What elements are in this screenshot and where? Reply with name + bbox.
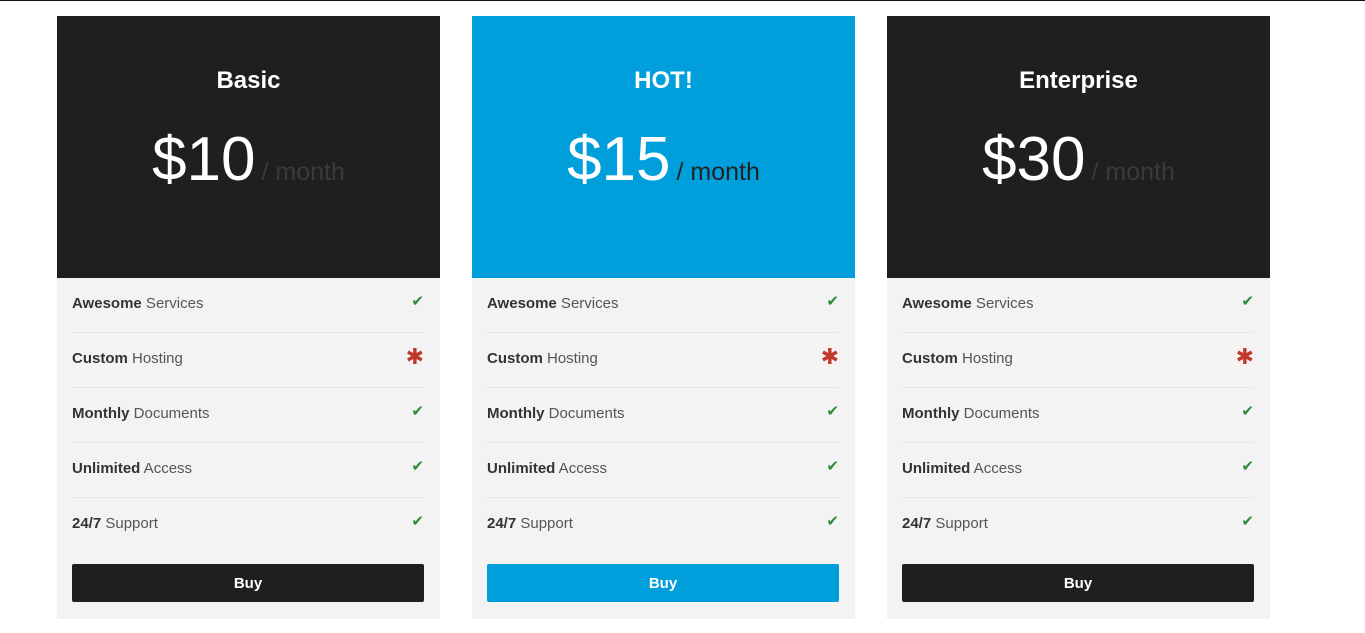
check-icon: ✔ bbox=[411, 458, 424, 475]
price-row: $15/ month bbox=[472, 124, 855, 195]
feature-text: Documents bbox=[129, 405, 210, 422]
feature-text: Hosting bbox=[127, 350, 183, 367]
feature-strong: Monthly bbox=[487, 405, 545, 422]
feature-text: Hosting bbox=[957, 350, 1013, 367]
feature-text: Services bbox=[556, 295, 619, 312]
feature-text: Support bbox=[101, 515, 158, 532]
top-border bbox=[0, 0, 1365, 1]
feature-item: Unlimited Access ✔ bbox=[487, 443, 839, 498]
feature-strong: Custom bbox=[487, 350, 543, 367]
feature-text: Support bbox=[931, 515, 988, 532]
pricing-card-header: HOT! $15/ month bbox=[472, 16, 855, 278]
feature-strong: Unlimited bbox=[72, 460, 141, 477]
feature-list: Awesome Services ✔ Custom Hosting ✱ Monthl… bbox=[902, 278, 1254, 552]
check-icon: ✔ bbox=[1241, 403, 1254, 420]
check-icon: ✔ bbox=[411, 403, 424, 420]
asterisk-icon: ✱ bbox=[1235, 344, 1254, 369]
feature-strong: Unlimited bbox=[902, 460, 971, 477]
feature-item: Monthly Documents ✔ bbox=[902, 388, 1254, 443]
check-icon: ✔ bbox=[1241, 513, 1254, 530]
feature-list: Awesome Services ✔ Custom Hosting ✱ Monthl… bbox=[487, 278, 839, 552]
feature-text: Hosting bbox=[542, 350, 598, 367]
feature-text: Documents bbox=[959, 405, 1040, 422]
feature-item: Monthly Documents ✔ bbox=[72, 388, 424, 443]
feature-item: Awesome Services ✔ bbox=[902, 278, 1254, 333]
feature-list: Awesome Services ✔ Custom Hosting ✱ Monthl… bbox=[72, 278, 424, 552]
check-icon: ✔ bbox=[1241, 458, 1254, 475]
feature-item: 24/7 Support ✔ bbox=[72, 498, 424, 552]
feature-text: Services bbox=[141, 295, 204, 312]
plan-title: Basic bbox=[216, 67, 281, 94]
pricing-card-basic: Basic $10/ month Awesome Services ✔ Custo… bbox=[57, 16, 440, 619]
feature-strong: Monthly bbox=[902, 405, 960, 422]
pricing-card-header: Basic $10/ month bbox=[57, 16, 440, 278]
plan-title: Enterprise bbox=[1019, 67, 1138, 94]
feature-item: Custom Hosting ✱ bbox=[902, 333, 1254, 388]
feature-item: Awesome Services ✔ bbox=[487, 278, 839, 333]
buy-button-hot[interactable]: Buy bbox=[487, 564, 839, 602]
feature-text: Support bbox=[516, 515, 573, 532]
plan-price: $15 bbox=[567, 125, 671, 194]
check-icon: ✔ bbox=[826, 293, 839, 310]
feature-text: Access bbox=[970, 460, 1023, 477]
check-icon: ✔ bbox=[411, 513, 424, 530]
feature-item: Custom Hosting ✱ bbox=[487, 333, 839, 388]
check-icon: ✔ bbox=[826, 403, 839, 420]
plan-price: $10 bbox=[152, 125, 256, 194]
feature-text: Access bbox=[555, 460, 608, 477]
asterisk-icon: ✱ bbox=[820, 344, 839, 369]
feature-item: Custom Hosting ✱ bbox=[72, 333, 424, 388]
feature-strong: Awesome bbox=[72, 295, 142, 312]
pricing-card-header: Enterprise $30/ month bbox=[887, 16, 1270, 278]
feature-strong: 24/7 bbox=[72, 515, 102, 532]
feature-item: Unlimited Access ✔ bbox=[72, 443, 424, 498]
feature-strong: Custom bbox=[72, 350, 128, 367]
check-icon: ✔ bbox=[1241, 293, 1254, 310]
plan-price: $30 bbox=[982, 125, 1086, 194]
feature-strong: Awesome bbox=[902, 295, 972, 312]
feature-strong: Unlimited bbox=[487, 460, 556, 477]
feature-text: Access bbox=[140, 460, 193, 477]
feature-item: Awesome Services ✔ bbox=[72, 278, 424, 333]
feature-item: Unlimited Access ✔ bbox=[902, 443, 1254, 498]
feature-strong: Custom bbox=[902, 350, 958, 367]
plan-period: / month bbox=[261, 158, 345, 186]
check-icon: ✔ bbox=[411, 293, 424, 310]
feature-item: Monthly Documents ✔ bbox=[487, 388, 839, 443]
check-icon: ✔ bbox=[826, 458, 839, 475]
feature-strong: Monthly bbox=[72, 405, 130, 422]
feature-text: Documents bbox=[544, 405, 625, 422]
plan-period: / month bbox=[1091, 158, 1175, 186]
feature-strong: Awesome bbox=[487, 295, 557, 312]
buy-button-basic[interactable]: Buy bbox=[72, 564, 424, 602]
feature-strong: 24/7 bbox=[902, 515, 932, 532]
check-icon: ✔ bbox=[826, 513, 839, 530]
plan-title: HOT! bbox=[634, 67, 693, 94]
pricing-card-enterprise: Enterprise $30/ month Awesome Services ✔ … bbox=[887, 16, 1270, 619]
pricing-card-hot: HOT! $15/ month Awesome Services ✔ Custom… bbox=[472, 16, 855, 619]
asterisk-icon: ✱ bbox=[405, 344, 424, 369]
price-row: $30/ month bbox=[887, 124, 1270, 195]
buy-button-enterprise[interactable]: Buy bbox=[902, 564, 1254, 602]
feature-text: Services bbox=[971, 295, 1034, 312]
feature-item: 24/7 Support ✔ bbox=[487, 498, 839, 552]
plan-period: / month bbox=[676, 158, 760, 186]
feature-strong: 24/7 bbox=[487, 515, 517, 532]
price-row: $10/ month bbox=[57, 124, 440, 195]
feature-item: 24/7 Support ✔ bbox=[902, 498, 1254, 552]
